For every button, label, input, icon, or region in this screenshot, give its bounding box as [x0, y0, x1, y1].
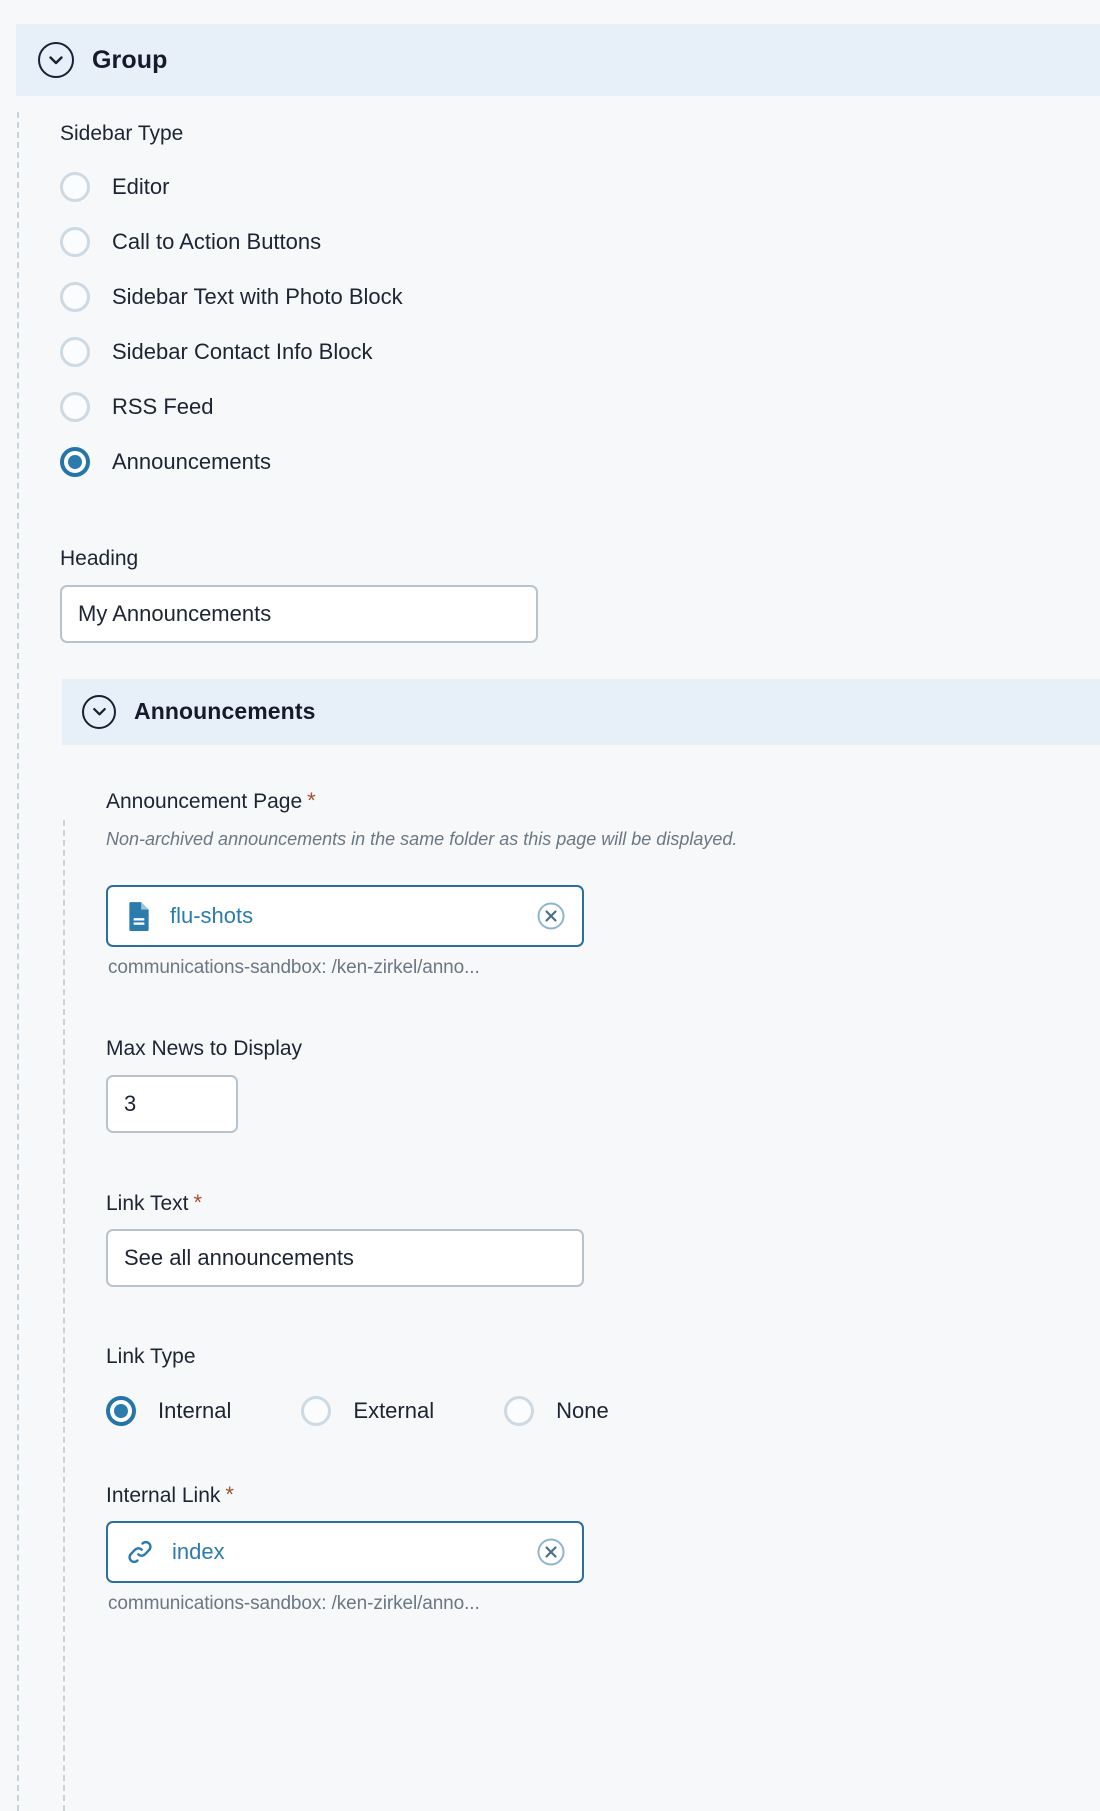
group-section-body: Sidebar Type Editor Call to Action Butto… — [0, 96, 1100, 643]
sidebar-group-editor-panel: Group Sidebar Type Editor Call to Action… — [0, 0, 1100, 1811]
announcements-section-body: Announcement Page * Non-archived announce… — [0, 745, 1100, 1616]
chevron-down-icon[interactable] — [82, 694, 116, 729]
sidebar-type-label: Sidebar Type — [60, 122, 184, 145]
max-news-field: Max News to Display — [106, 1035, 1100, 1133]
announcements-section-title: Announcements — [134, 698, 316, 725]
radio-label: RSS Feed — [112, 393, 214, 419]
announcements-section-header[interactable]: Announcements — [62, 678, 1100, 745]
announcement-page-asset-chip[interactable]: flu-shots — [106, 885, 584, 948]
radio-label: Sidebar Text with Photo Block — [112, 283, 403, 309]
internal-link-asset-chip[interactable]: index — [106, 1521, 584, 1584]
announcement-page-field: Announcement Page * Non-archived announce… — [106, 787, 1100, 980]
radio-indicator[interactable] — [504, 1395, 535, 1426]
announcements-nesting-guide — [63, 820, 65, 1811]
radio-option-sidebar-contact-info-block[interactable]: Sidebar Contact Info Block — [60, 324, 1100, 379]
radio-indicator[interactable] — [60, 171, 90, 202]
required-asterisk: * — [307, 787, 316, 813]
link-text-field: Link Text * — [106, 1189, 1100, 1288]
link-type-field: Link Type Internal External None — [106, 1343, 1100, 1438]
radio-option-external[interactable]: External — [301, 1383, 434, 1439]
announcement-page-label-text: Announcement Page — [106, 789, 303, 813]
radio-indicator[interactable] — [301, 1395, 332, 1426]
link-text-label: Link Text * — [106, 1189, 1100, 1218]
link-type-radio-group[interactable]: Internal External None — [106, 1383, 1100, 1439]
radio-label: Editor — [112, 173, 170, 199]
announcement-page-asset-path: communications-sandbox: /ken-zirkel/anno… — [108, 957, 480, 979]
radio-option-call-to-action-buttons[interactable]: Call to Action Buttons — [60, 214, 1100, 269]
internal-link-field: Internal Link * index communications-san… — [106, 1481, 1100, 1616]
radio-indicator[interactable] — [60, 391, 90, 422]
sidebar-type-radio-group[interactable]: Editor Call to Action Buttons Sidebar Te… — [60, 159, 1100, 489]
clear-circle-icon[interactable] — [536, 901, 566, 931]
radio-label: Sidebar Contact Info Block — [112, 338, 373, 364]
radio-label: Announcements — [112, 448, 271, 474]
announcement-page-asset-name: flu-shots — [170, 903, 254, 929]
radio-indicator-selected[interactable] — [60, 446, 90, 477]
announcement-page-help-text: Non-archived announcements in the same f… — [106, 829, 738, 850]
link-text-input[interactable] — [106, 1229, 584, 1288]
radio-label: None — [556, 1397, 609, 1423]
radio-indicator-selected[interactable] — [106, 1395, 136, 1426]
radio-option-rss-feed[interactable]: RSS Feed — [60, 379, 1100, 434]
clear-circle-icon[interactable] — [536, 1537, 566, 1567]
required-asterisk: * — [225, 1481, 234, 1507]
group-nesting-guide — [17, 112, 19, 1811]
group-section-title: Group — [92, 45, 168, 74]
radio-label: Call to Action Buttons — [112, 228, 322, 254]
radio-indicator[interactable] — [60, 226, 90, 257]
max-news-label: Max News to Display — [106, 1037, 303, 1061]
radio-option-none[interactable]: None — [504, 1383, 609, 1439]
radio-indicator[interactable] — [60, 281, 90, 312]
max-news-input[interactable] — [106, 1074, 238, 1133]
internal-link-asset-name: index — [172, 1539, 225, 1565]
radio-indicator[interactable] — [60, 336, 90, 367]
chevron-down-icon[interactable] — [38, 42, 74, 78]
document-icon — [126, 901, 152, 932]
heading-field: Heading — [60, 545, 1100, 643]
heading-input[interactable] — [60, 584, 538, 643]
internal-link-asset-path: communications-sandbox: /ken-zirkel/anno… — [108, 1593, 480, 1615]
link-type-label: Link Type — [106, 1345, 196, 1369]
sidebar-type-field: Sidebar Type Editor Call to Action Butto… — [60, 120, 1100, 489]
link-chain-icon — [126, 1538, 154, 1566]
announcement-page-label: Announcement Page * — [106, 787, 1100, 816]
radio-option-editor[interactable]: Editor — [60, 159, 1100, 214]
radio-option-internal[interactable]: Internal — [106, 1383, 231, 1439]
internal-link-label-text: Internal Link — [106, 1483, 221, 1507]
group-section-header[interactable]: Group — [16, 24, 1100, 96]
heading-label: Heading — [60, 547, 139, 571]
radio-option-announcements[interactable]: Announcements — [60, 434, 1100, 489]
radio-option-sidebar-text-with-photo-block[interactable]: Sidebar Text with Photo Block — [60, 269, 1100, 324]
link-text-label-text: Link Text — [106, 1191, 189, 1215]
internal-link-label: Internal Link * — [106, 1481, 1100, 1510]
required-asterisk: * — [193, 1189, 203, 1215]
radio-label: Internal — [158, 1397, 232, 1423]
radio-label: External — [353, 1397, 435, 1423]
